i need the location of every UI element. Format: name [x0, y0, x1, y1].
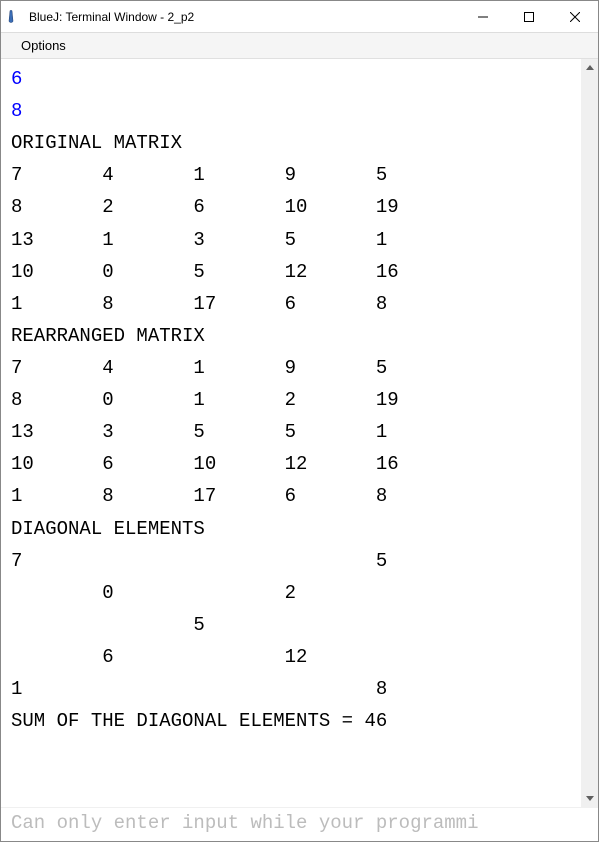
titlebar: BlueJ: Terminal Window - 2_p2 — [1, 1, 598, 33]
bluej-icon — [7, 9, 23, 25]
terminal-line: 1 8 17 6 8 — [11, 480, 575, 512]
window-controls — [460, 1, 598, 32]
terminal-line: 13 1 3 5 1 — [11, 224, 575, 256]
terminal-line: 10 6 10 12 16 — [11, 448, 575, 480]
terminal-output[interactable]: 68ORIGINAL MATRIX7 4 1 9 58 2 6 10 1913 … — [1, 59, 581, 807]
terminal-line: 7 5 — [11, 545, 575, 577]
terminal-line: 8 — [11, 95, 575, 127]
terminal-line: 10 0 5 12 16 — [11, 256, 575, 288]
terminal-line: 7 4 1 9 5 — [11, 159, 575, 191]
status-bar: Can only enter input while your programm… — [1, 807, 598, 841]
terminal-line: ORIGINAL MATRIX — [11, 127, 575, 159]
terminal-line: 6 — [11, 63, 575, 95]
close-button[interactable] — [552, 1, 598, 32]
terminal-line: 6 12 — [11, 641, 575, 673]
terminal-line: REARRANGED MATRIX — [11, 320, 575, 352]
terminal-line: 13 3 5 5 1 — [11, 416, 575, 448]
minimize-button[interactable] — [460, 1, 506, 32]
scroll-down-arrow[interactable] — [581, 790, 598, 807]
terminal-line: 8 2 6 10 19 — [11, 191, 575, 223]
terminal-line: 0 2 — [11, 577, 575, 609]
terminal-line: 8 0 1 2 19 — [11, 384, 575, 416]
terminal-area: 68ORIGINAL MATRIX7 4 1 9 58 2 6 10 1913 … — [1, 59, 598, 841]
terminal-line: 7 4 1 9 5 — [11, 352, 575, 384]
scrollbar[interactable] — [581, 59, 598, 807]
scroll-up-arrow[interactable] — [581, 59, 598, 76]
terminal-window: BlueJ: Terminal Window - 2_p2 Options 68… — [0, 0, 599, 842]
terminal-line: 5 — [11, 609, 575, 641]
menu-options[interactable]: Options — [15, 36, 72, 55]
terminal-line: 1 8 17 6 8 — [11, 288, 575, 320]
menubar: Options — [1, 33, 598, 59]
terminal-line: SUM OF THE DIAGONAL ELEMENTS = 46 — [11, 705, 575, 737]
window-title: BlueJ: Terminal Window - 2_p2 — [29, 10, 460, 24]
terminal-line: 1 8 — [11, 673, 575, 705]
terminal-line: DIAGONAL ELEMENTS — [11, 513, 575, 545]
maximize-button[interactable] — [506, 1, 552, 32]
